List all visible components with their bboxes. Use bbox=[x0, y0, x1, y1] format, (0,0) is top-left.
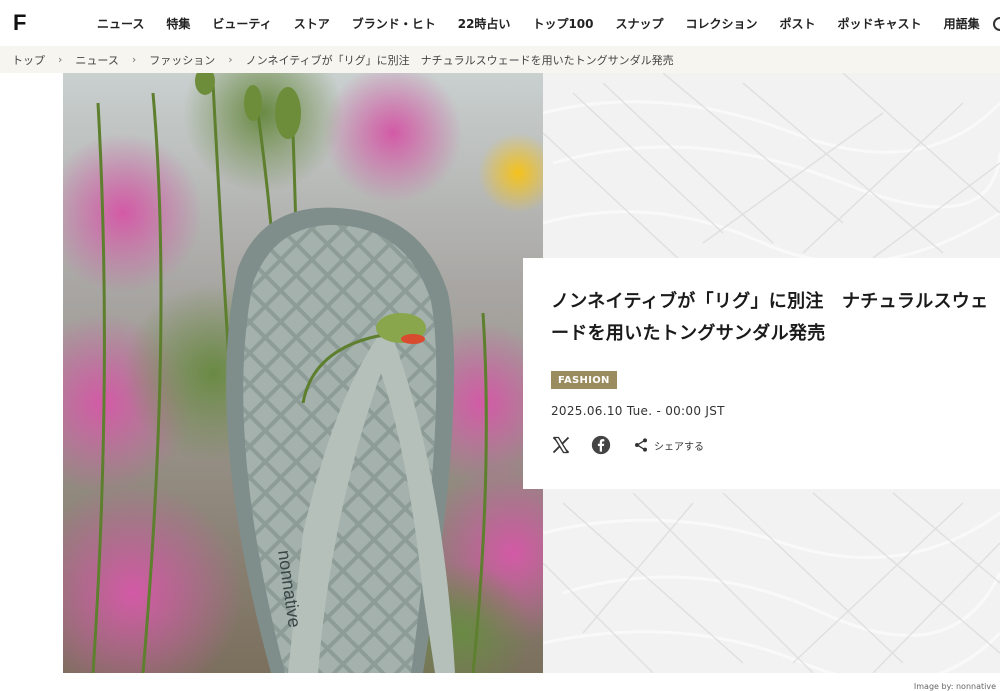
nav-item-brands-people[interactable]: ブランド・ヒト bbox=[352, 15, 436, 32]
nav-item-glossary[interactable]: 用語集 bbox=[944, 15, 980, 32]
nav-item-podcast[interactable]: ポッドキャスト bbox=[838, 15, 922, 32]
chevron-right-icon: › bbox=[228, 53, 233, 66]
article-header-card: ノンネイティブが「リグ」に別注 ナチュラルスウェードを用いたトングサンダル発売 … bbox=[523, 258, 1000, 489]
share-row: シェアする bbox=[551, 433, 1000, 457]
chevron-right-icon: › bbox=[58, 53, 63, 66]
hero-image: nonnative bbox=[63, 73, 543, 673]
share-button[interactable]: シェアする bbox=[633, 437, 704, 453]
nav-item-store[interactable]: ストア bbox=[294, 15, 330, 32]
nav-item-fortune[interactable]: 22時占い bbox=[458, 15, 511, 32]
nav-item-snap[interactable]: スナップ bbox=[616, 15, 664, 32]
chevron-right-icon: › bbox=[131, 53, 137, 66]
breadcrumb-top[interactable]: トップ bbox=[12, 52, 45, 68]
breadcrumb: トップ › ニュース › ファッション › ノンネイティブが「リグ」に別注 ナチ… bbox=[0, 46, 1000, 73]
category-badge[interactable]: FASHION bbox=[551, 371, 617, 389]
nav-item-news[interactable]: ニュース bbox=[97, 15, 144, 32]
nav-item-features[interactable]: 特集 bbox=[166, 15, 190, 32]
facebook-icon[interactable] bbox=[591, 435, 611, 455]
breadcrumb-current: ノンネイティブが「リグ」に別注 ナチュラルスウェードを用いたトングサンダル発売 bbox=[245, 53, 674, 67]
nav-item-top100[interactable]: トップ100 bbox=[532, 15, 593, 32]
site-logo[interactable]: F bbox=[13, 10, 26, 36]
main-nav: ニュース 特集 ビューティ ストア ブランド・ヒト 22時占い トップ100 ス… bbox=[97, 0, 1000, 46]
share-label: シェアする bbox=[654, 441, 704, 453]
nav-item-beauty[interactable]: ビューティ bbox=[212, 15, 271, 32]
nav-item-collection[interactable]: コレクション bbox=[686, 15, 758, 32]
x-logo-icon[interactable] bbox=[551, 435, 571, 455]
search-icon[interactable] bbox=[993, 17, 1000, 31]
breadcrumb-news[interactable]: ニュース bbox=[75, 52, 118, 68]
site-header: F ニュース 特集 ビューティ ストア ブランド・ヒト 22時占い トップ100… bbox=[0, 0, 1000, 46]
breadcrumb-fashion[interactable]: ファッション bbox=[149, 52, 215, 68]
article-title: ノンネイティブが「リグ」に別注 ナチュラルスウェードを用いたトングサンダル発売 bbox=[551, 291, 989, 344]
share-icon bbox=[635, 438, 647, 452]
image-credit: Image by: nonnative bbox=[913, 682, 996, 691]
publish-date: 2025.06.10 Tue. - 00:00 JST bbox=[551, 404, 725, 418]
nav-item-post[interactable]: ポスト bbox=[780, 15, 816, 32]
